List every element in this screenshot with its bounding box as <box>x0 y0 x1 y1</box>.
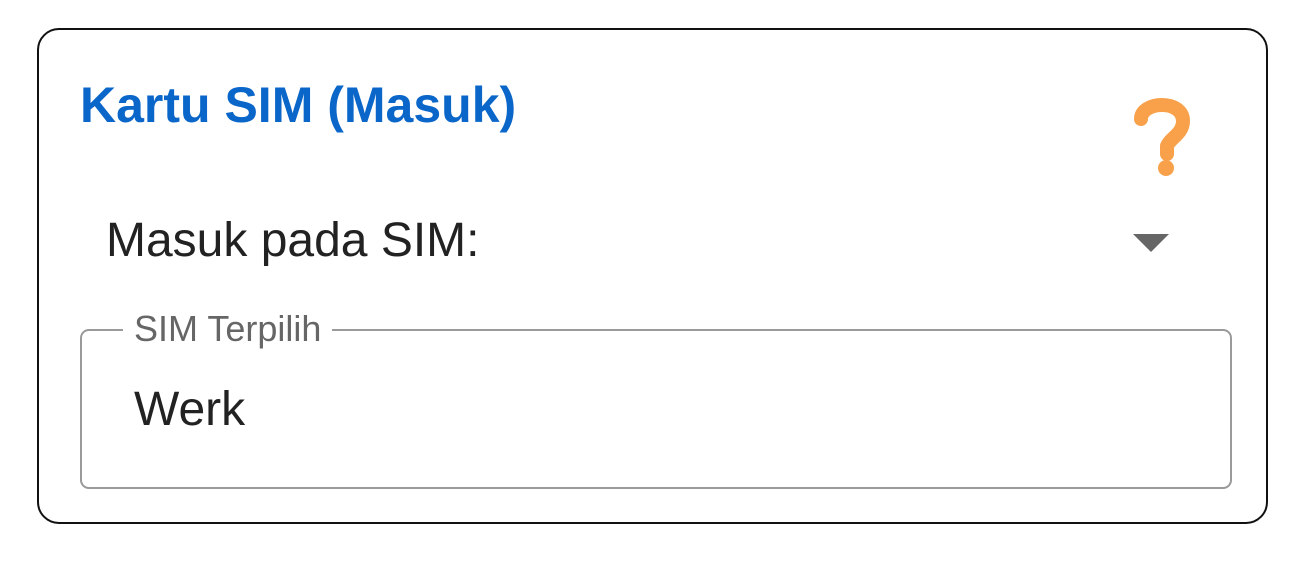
sim-card-panel: Kartu SIM (Masuk) Masuk pada SIM: SIM Te… <box>37 28 1268 524</box>
sim-selector-dropdown[interactable]: Masuk pada SIM: <box>80 210 1185 280</box>
selected-sim-label: SIM Terpilih <box>123 307 333 351</box>
help-icon[interactable] <box>1132 95 1192 177</box>
question-mark-icon <box>1134 98 1190 176</box>
selected-sim-field[interactable]: SIM Terpilih Werk <box>80 307 1232 489</box>
selected-sim-value: Werk <box>134 383 246 436</box>
panel-title: Kartu SIM (Masuk) <box>80 77 517 133</box>
dropdown-label: Masuk pada SIM: <box>106 214 480 267</box>
caret-down-icon <box>1133 234 1169 252</box>
